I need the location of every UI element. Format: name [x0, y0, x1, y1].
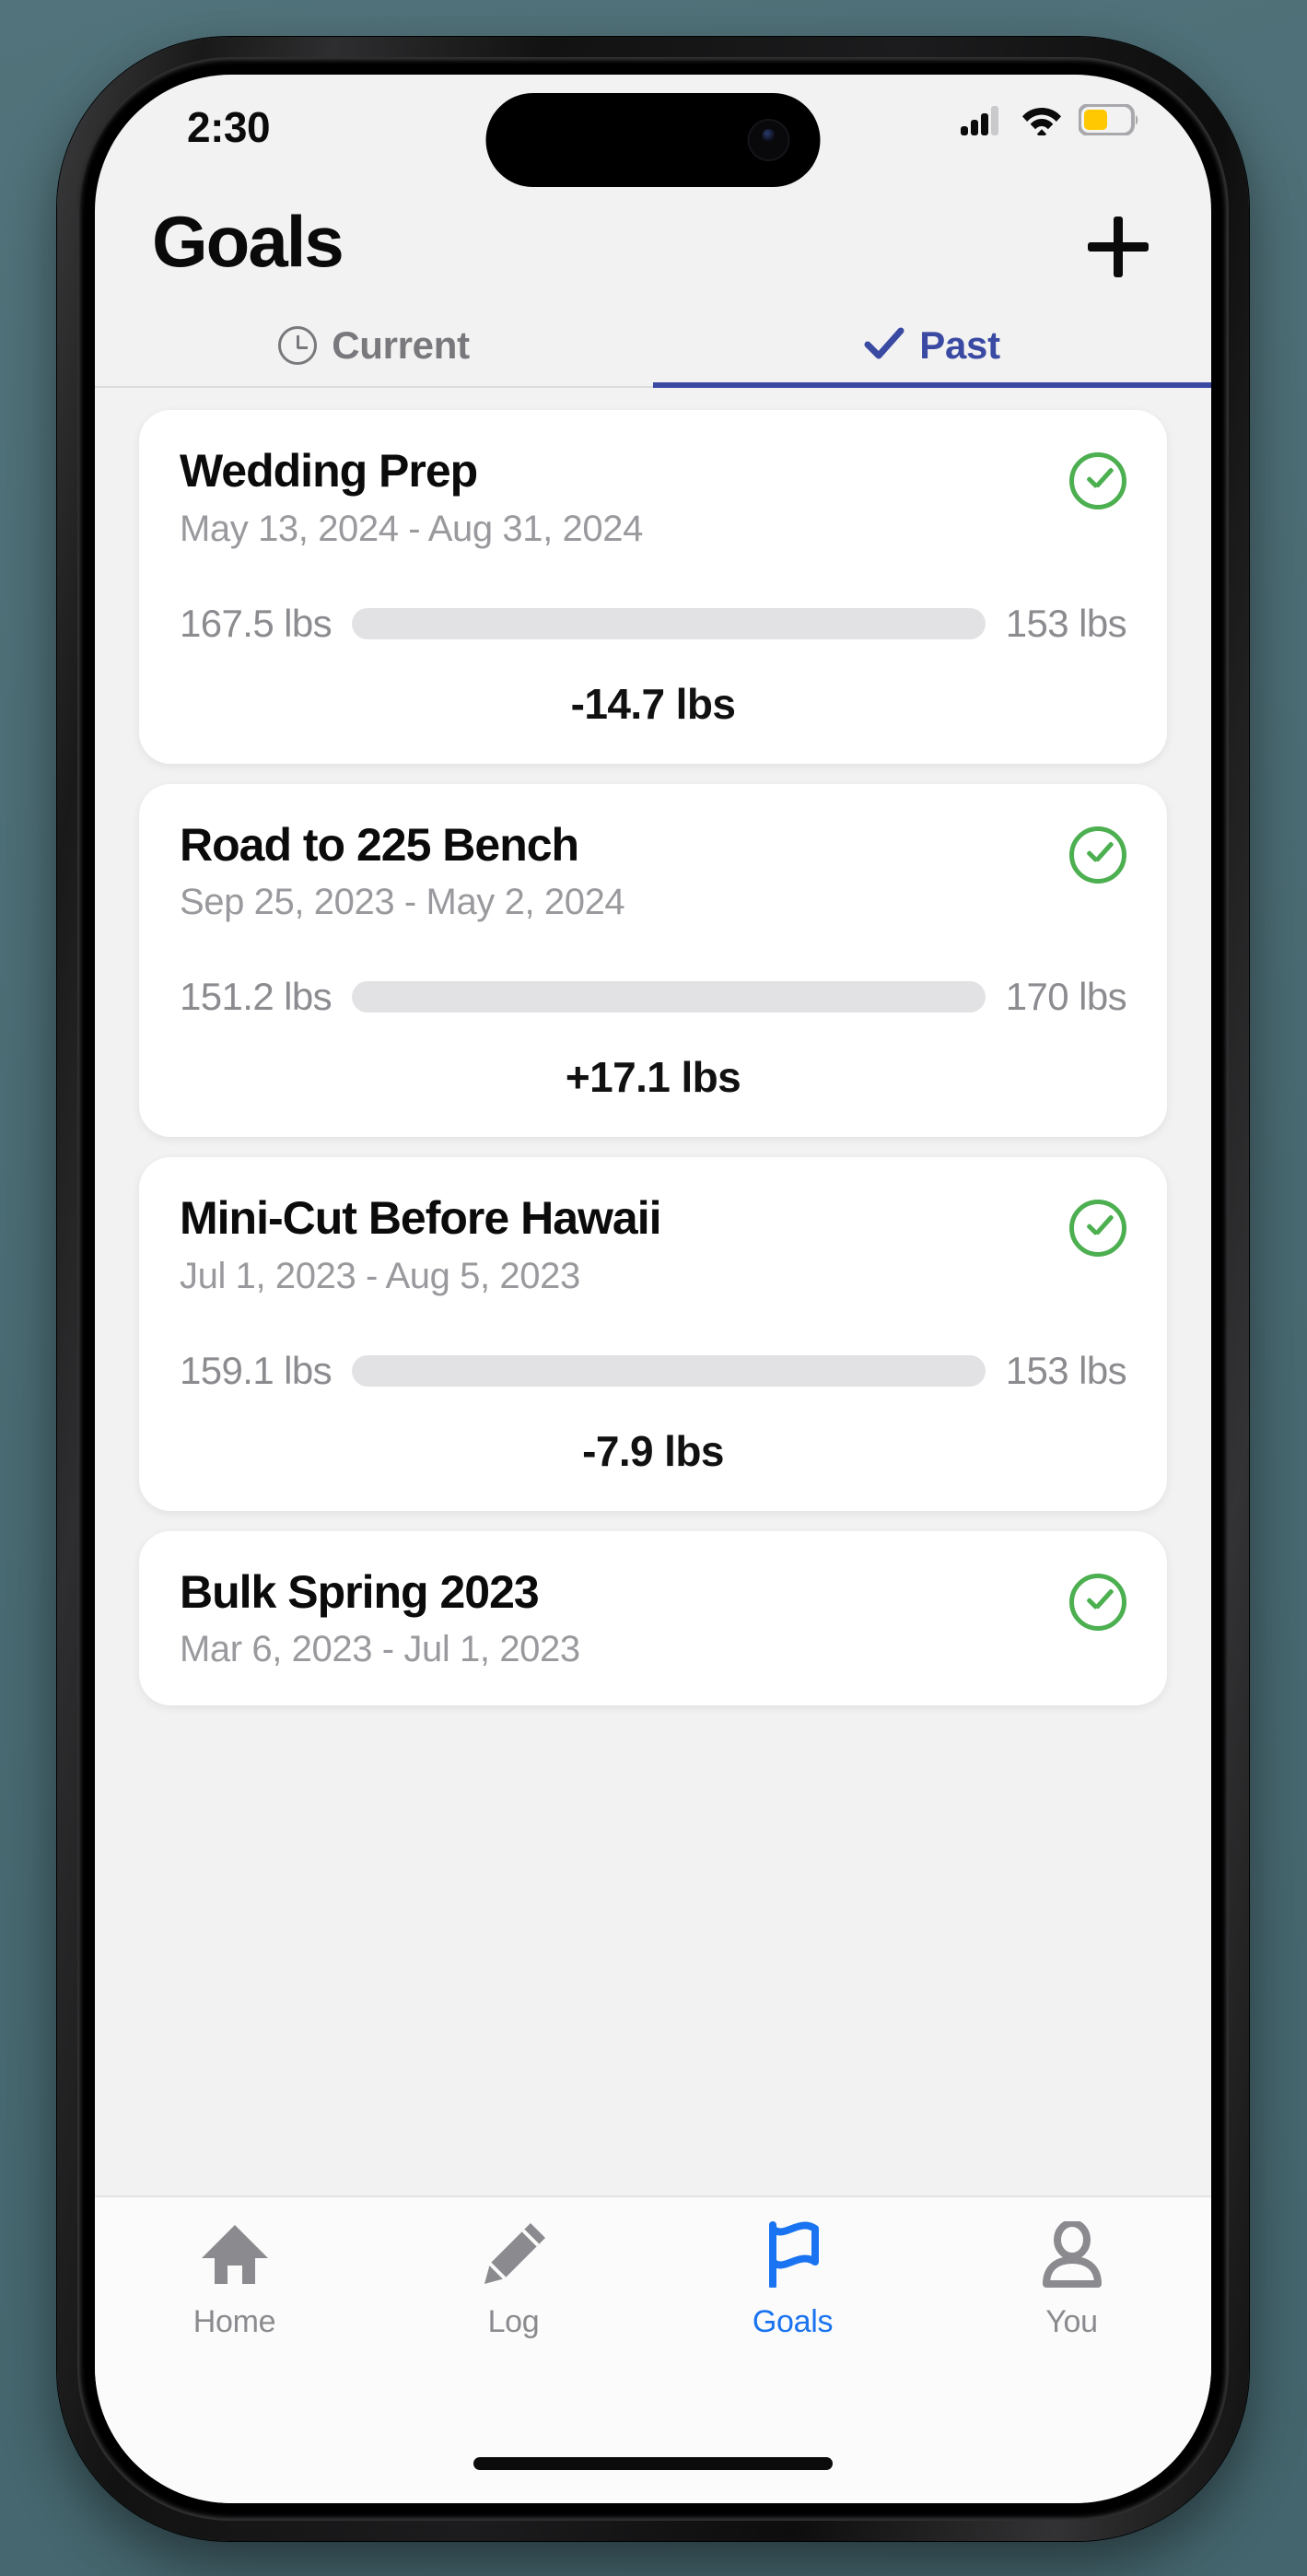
goal-delta: +17.1 lbs	[565, 1053, 741, 1101]
check-circle-icon	[1069, 1573, 1126, 1631]
check-circle-icon	[1069, 825, 1126, 884]
goal-start-weight: 159.1 lbs	[180, 1348, 333, 1392]
status-bar-indicators	[961, 103, 1139, 140]
battery-low-power-icon	[1078, 103, 1139, 140]
goal-date-range: Sep 25, 2023 - May 2, 2024	[180, 882, 625, 922]
goal-delta: -14.7 lbs	[570, 679, 736, 728]
pencil-icon	[475, 2219, 553, 2289]
goal-name: Bulk Spring 2023	[180, 1565, 540, 1618]
cellular-signal-icon	[961, 104, 1005, 140]
bottom-tab-log[interactable]: Log	[374, 2219, 653, 2382]
check-circle-icon	[1069, 1200, 1126, 1257]
dynamic-island	[485, 93, 821, 187]
bottom-tab-you-label: You	[1045, 2304, 1098, 2339]
goal-target-weight: 153 lbs	[1005, 601, 1127, 645]
goal-progress-row: 167.5 lbs 153 lbs	[180, 601, 1127, 646]
bottom-tab-bar: Home Log Goals You	[95, 2195, 1211, 2503]
nav-header: Goals	[95, 185, 1211, 303]
screenshot-canvas: 2:30 Goals Current Past Wedding Prep May…	[0, 0, 1307, 2576]
person-icon	[1033, 2219, 1111, 2289]
tab-active-indicator	[653, 382, 1211, 388]
goal-card[interactable]: Bulk Spring 2023 Mar 6, 2023 - Jul 1, 20…	[139, 1530, 1167, 1705]
bottom-tab-log-label: Log	[487, 2304, 540, 2339]
goal-progress-track	[352, 981, 986, 1013]
phone-frame: 2:30 Goals Current Past Wedding Prep May…	[57, 37, 1249, 2541]
bottom-tab-goals[interactable]: Goals	[653, 2219, 932, 2382]
goal-name: Road to 225 Bench	[180, 818, 579, 871]
goal-progress-row: 151.2 lbs 170 lbs	[180, 975, 1127, 1019]
bottom-tab-home-label: Home	[193, 2304, 276, 2339]
goal-card-header: Bulk Spring 2023 Mar 6, 2023 - Jul 1, 20…	[180, 1565, 1126, 1671]
goal-name: Mini-Cut Before Hawaii	[180, 1192, 661, 1244]
goal-date-range: Jul 1, 2023 - Aug 5, 2023	[180, 1255, 580, 1296]
goal-target-weight: 170 lbs	[1005, 975, 1127, 1018]
goal-progress-track	[352, 607, 986, 639]
goal-card-header: Road to 225 Bench Sep 25, 2023 - May 2, …	[180, 818, 1126, 924]
flag-icon	[754, 2219, 832, 2289]
goal-card[interactable]: Wedding Prep May 13, 2024 - Aug 31, 2024…	[139, 410, 1167, 764]
tab-past[interactable]: Past	[653, 305, 1211, 388]
tab-current-label: Current	[332, 323, 470, 367]
bottom-tab-you[interactable]: You	[932, 2219, 1211, 2382]
goals-list[interactable]: Wedding Prep May 13, 2024 - Aug 31, 2024…	[95, 390, 1211, 2195]
phone-screen: 2:30 Goals Current Past Wedding Prep May…	[95, 75, 1211, 2503]
goal-date-range: Mar 6, 2023 - Jul 1, 2023	[180, 1629, 580, 1669]
goal-progress-track	[352, 1354, 986, 1387]
tab-current[interactable]: Current	[95, 305, 653, 386]
home-indicator[interactable]	[473, 2457, 833, 2470]
goal-target-weight: 153 lbs	[1005, 1348, 1127, 1392]
status-bar: 2:30	[95, 75, 1211, 187]
goal-card-header: Mini-Cut Before Hawaii Jul 1, 2023 - Aug…	[180, 1194, 1126, 1297]
goal-progress-row: 159.1 lbs 153 lbs	[180, 1348, 1127, 1393]
tab-past-label: Past	[919, 323, 1000, 367]
goal-card[interactable]: Mini-Cut Before Hawaii Jul 1, 2023 - Aug…	[139, 1157, 1167, 1511]
page-title: Goals	[152, 201, 344, 282]
goal-start-weight: 151.2 lbs	[180, 975, 333, 1018]
bottom-tab-home[interactable]: Home	[95, 2219, 374, 2382]
goal-name: Wedding Prep	[180, 445, 478, 497]
check-icon	[864, 325, 904, 367]
home-icon	[196, 2219, 274, 2289]
goal-card-header: Wedding Prep May 13, 2024 - Aug 31, 2024	[180, 447, 1126, 550]
add-goal-button[interactable]	[1088, 217, 1149, 277]
front-camera-icon	[747, 119, 790, 161]
check-circle-icon	[1069, 452, 1126, 509]
status-bar-time: 2:30	[187, 103, 271, 151]
bottom-tab-goals-label: Goals	[752, 2304, 834, 2339]
goal-delta: -7.9 lbs	[582, 1426, 724, 1475]
goal-start-weight: 167.5 lbs	[180, 601, 333, 645]
segmented-tab-bar: Current Past	[95, 305, 1211, 388]
goal-card[interactable]: Road to 225 Bench Sep 25, 2023 - May 2, …	[139, 783, 1167, 1137]
clock-icon	[278, 326, 318, 365]
goal-date-range: May 13, 2024 - Aug 31, 2024	[180, 508, 643, 549]
wifi-icon	[1021, 104, 1063, 140]
